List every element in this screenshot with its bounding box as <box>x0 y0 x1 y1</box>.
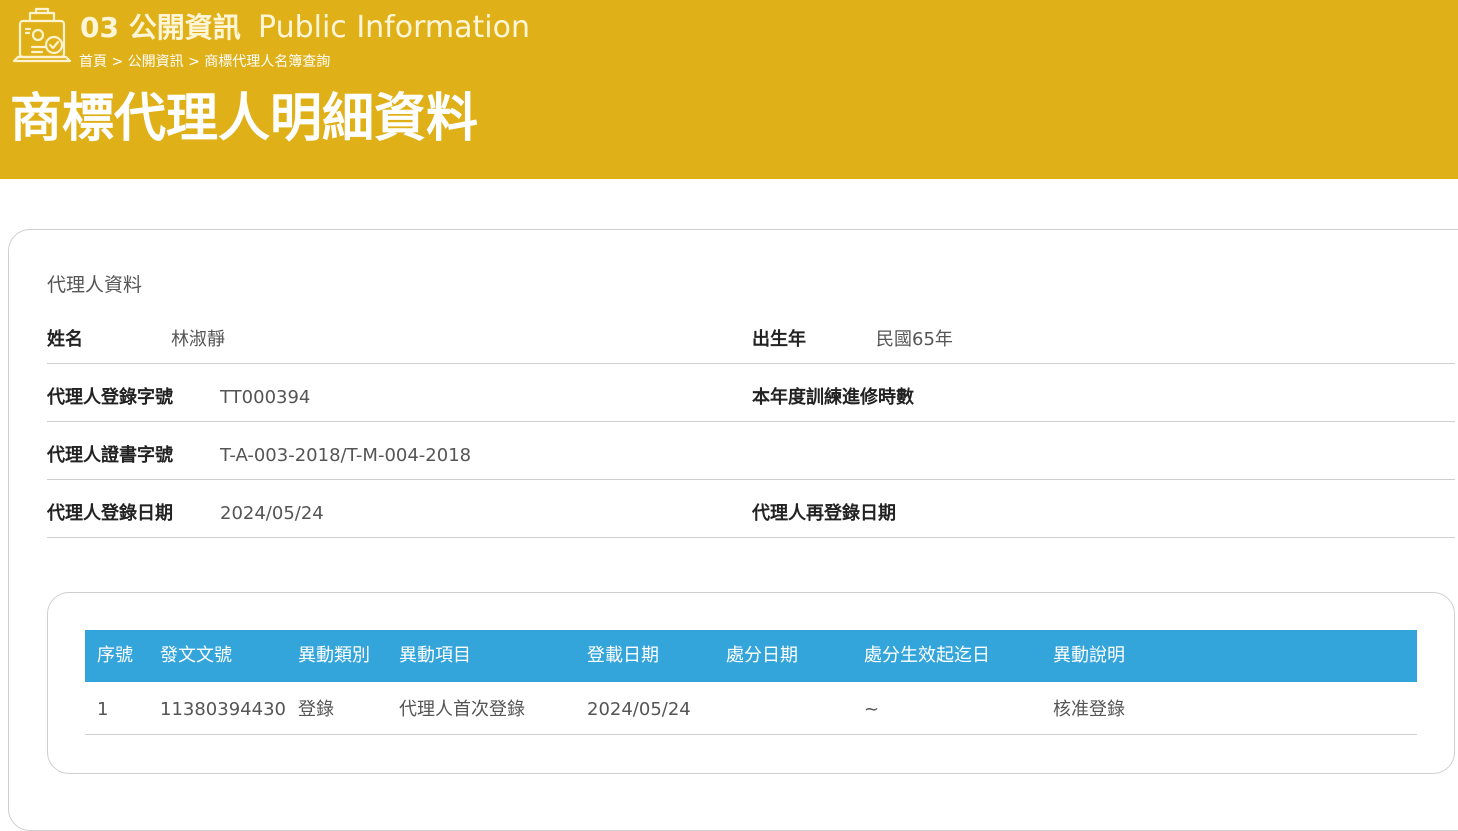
table-cell: 核准登錄 <box>1053 699 1125 720</box>
breadcrumb-separator: > <box>188 54 200 70</box>
document-checklist-icon <box>12 7 72 63</box>
breadcrumb-public-info[interactable]: 公開資訊 <box>128 54 184 70</box>
table-cell: 1 <box>97 699 109 720</box>
column-header: 處分日期 <box>726 645 798 666</box>
cert-no-label: 代理人證書字號 <box>47 445 173 466</box>
table-cell: 11380394430 <box>160 699 286 720</box>
table-cell: 代理人首次登錄 <box>399 699 525 720</box>
table-row: 1 11380394430 登錄 代理人首次登錄 2024/05/24 ~ 核准… <box>85 682 1417 735</box>
section-number: 03 公開資訊 <box>80 11 241 44</box>
training-hours-label: 本年度訓練進修時數 <box>752 387 914 408</box>
column-header: 異動說明 <box>1053 645 1125 666</box>
reg-date-label: 代理人登錄日期 <box>47 503 173 524</box>
rereg-date-label: 代理人再登錄日期 <box>752 503 896 524</box>
reg-no-value: TT000394 <box>220 387 311 408</box>
page-title: 商標代理人明細資料 <box>10 89 479 149</box>
section-title-en: Public Information <box>258 10 530 45</box>
column-header: 異動項目 <box>399 645 471 666</box>
table-cell: 登錄 <box>298 699 334 720</box>
info-row-reg-date: 代理人登錄日期 2024/05/24 代理人再登錄日期 <box>47 479 1455 538</box>
page-header: 03 公開資訊 Public Information 首頁 > 公開資訊 > 商… <box>0 0 1458 179</box>
breadcrumb: 首頁 > 公開資訊 > 商標代理人名簿查詢 <box>79 52 330 72</box>
birth-year-label: 出生年 <box>752 329 806 350</box>
info-row-name: 姓名 林淑靜 出生年 民國65年 <box>47 305 1455 364</box>
agent-info-title: 代理人資料 <box>47 274 143 296</box>
table-cell: 2024/05/24 <box>587 699 691 720</box>
breadcrumb-agent-directory[interactable]: 商標代理人名簿查詢 <box>204 54 330 70</box>
reg-date-value: 2024/05/24 <box>220 503 324 524</box>
column-header: 異動類別 <box>298 645 370 666</box>
table-cell: ~ <box>864 699 880 720</box>
column-header: 序號 <box>97 645 133 666</box>
reg-no-label: 代理人登錄字號 <box>47 387 173 408</box>
info-row-cert-no: 代理人證書字號 T-A-003-2018/T-M-004-2018 <box>47 421 1455 480</box>
column-header: 登載日期 <box>587 645 659 666</box>
changes-table-header: 序號 發文文號 異動類別 異動項目 登載日期 處分日期 處分生效起迄日 異動說明 <box>85 630 1417 682</box>
name-value: 林淑靜 <box>171 329 225 350</box>
birth-year-value: 民國65年 <box>876 329 953 350</box>
name-label: 姓名 <box>47 329 83 350</box>
breadcrumb-home[interactable]: 首頁 <box>79 54 107 70</box>
column-header: 發文文號 <box>160 645 232 666</box>
breadcrumb-separator: > <box>111 54 124 70</box>
column-header: 處分生效起迄日 <box>864 645 990 666</box>
cert-no-value: T-A-003-2018/T-M-004-2018 <box>220 445 472 466</box>
info-row-reg-no: 代理人登錄字號 TT000394 本年度訓練進修時數 <box>47 363 1455 422</box>
